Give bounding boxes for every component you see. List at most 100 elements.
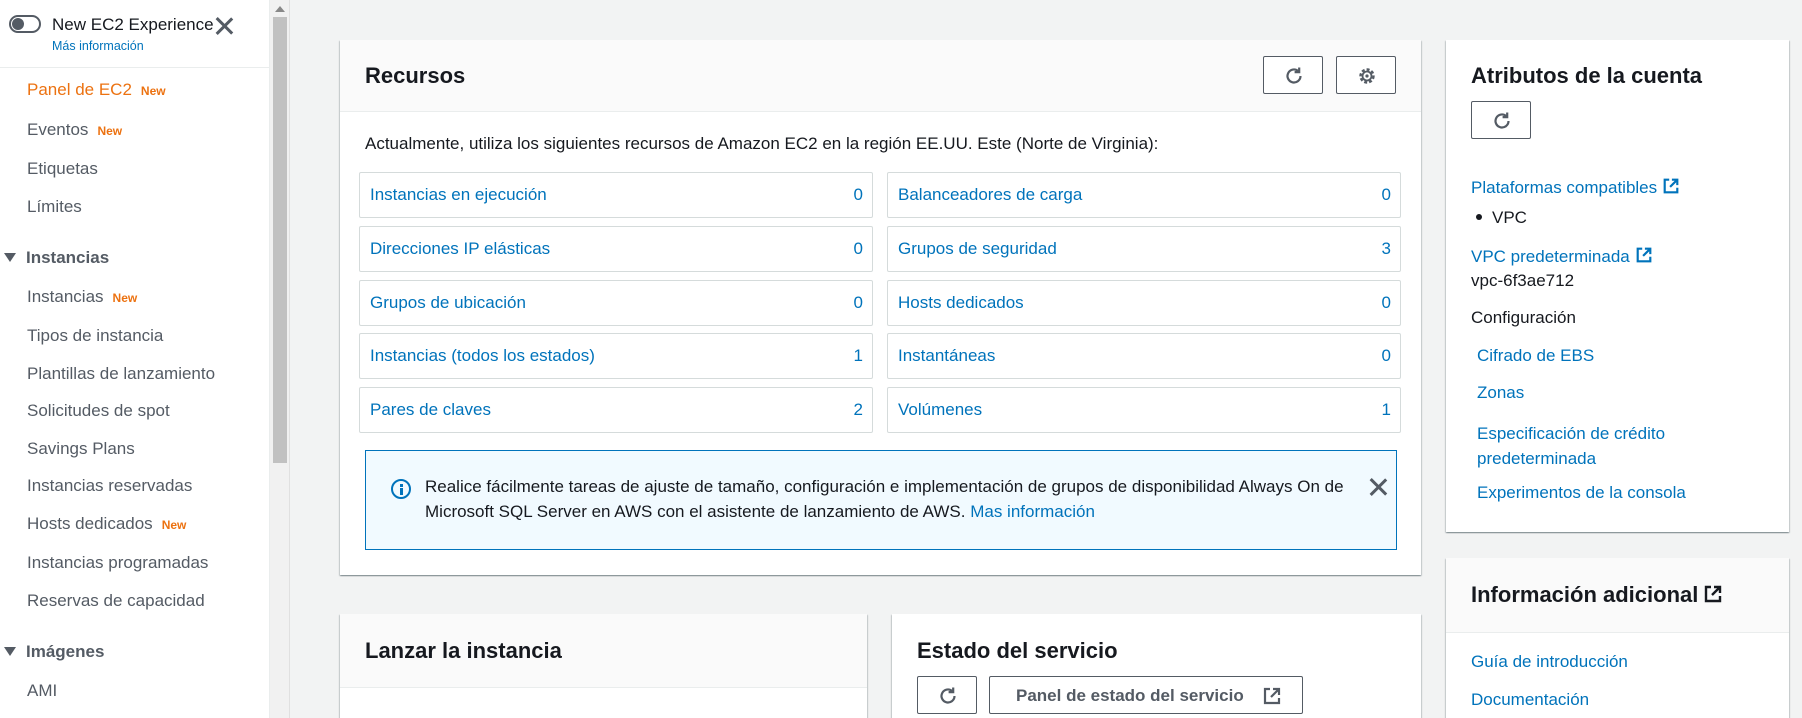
resource-label: Instancias en ejecución [370,185,547,204]
close-icon[interactable] [1366,475,1390,499]
scroll-thumb[interactable] [273,17,287,463]
sidebar-item-label: Eventos [27,120,89,139]
console-experiments-link[interactable]: Experimentos de la consola [1477,483,1686,503]
resource-placement-groups[interactable]: Grupos de ubicación 0 [359,280,873,326]
refresh-button[interactable] [1263,56,1323,94]
ebs-encryption-link[interactable]: Cifrado de EBS [1477,346,1594,366]
account-attributes-panel: Atributos de la cuenta Plataformas compa… [1446,40,1789,532]
resource-all-instances[interactable]: Instancias (todos los estados) 1 [359,333,873,379]
sidebar-item-dedicated-hosts[interactable]: Hosts dedicados New [27,514,186,534]
resource-label: Direcciones IP elásticas [370,239,551,258]
sidebar-item-events[interactable]: Eventos New [27,120,122,140]
sidebar-item-label: Hosts dedicados [27,514,153,533]
resource-label: Pares de claves [370,400,491,419]
resource-count: 0 [853,293,863,312]
resource-label: Hosts dedicados [898,293,1024,312]
launch-instance-header: Lanzar la instancia [340,614,867,688]
title-text: Información adicional [1471,582,1699,607]
resource-volumes[interactable]: Volúmenes 1 [887,387,1401,433]
sidebar-item-instance-types[interactable]: Tipos de instancia [27,326,163,346]
sidebar-item-ec2-dashboard[interactable]: Panel de EC2 New [27,80,166,100]
resource-label: Balanceadores de carga [898,185,1083,204]
settings-button[interactable] [1336,56,1396,94]
resource-count: 2 [853,400,863,419]
resource-count: 0 [1381,185,1391,204]
sidebar-item-launch-templates[interactable]: Plantillas de lanzamiento [27,364,215,384]
resource-snapshots[interactable]: Instantáneas 0 [887,333,1401,379]
new-experience-toggle[interactable] [9,15,41,33]
refresh-icon [940,687,956,704]
resource-count: 0 [853,185,863,204]
bullet [1476,214,1482,220]
scroll-up-arrow-icon[interactable] [275,6,285,12]
service-health-dashboard-button[interactable]: Panel de estado del servicio [989,676,1303,714]
launch-instance-title: Lanzar la instancia [365,638,562,663]
default-vpc-link[interactable]: VPC predeterminada [1471,246,1653,267]
resource-count: 3 [1381,239,1391,258]
info-message-text: Realice fácilmente tareas de ajuste de t… [425,477,1344,521]
refresh-button[interactable] [1471,101,1531,139]
refresh-button[interactable] [917,676,977,714]
additional-info-header: Información adicional [1446,558,1789,633]
resources-intro: Actualmente, utiliza los siguientes recu… [365,134,1159,153]
resource-running-instances[interactable]: Instancias en ejecución 0 [359,172,873,218]
more-info-link[interactable]: Mas información [970,502,1095,521]
refresh-icon [1494,112,1510,129]
getting-started-guide-link[interactable]: Guía de introducción [1471,652,1628,672]
gear-icon [1359,68,1375,84]
resource-label: Instancias (todos los estados) [370,346,595,365]
resource-label: Instantáneas [898,346,996,365]
external-link-icon [1663,178,1679,194]
sidebar-item-ami[interactable]: AMI [27,681,57,701]
account-attributes-title: Atributos de la cuenta [1471,63,1703,88]
zones-link[interactable]: Zonas [1477,383,1524,403]
sidebar-item-reserved-instances[interactable]: Instancias reservadas [27,476,192,496]
sidebar-item-tags[interactable]: Etiquetas [27,159,98,179]
link-label: VPC predeterminada [1471,247,1630,266]
toggle-knob [12,18,24,30]
sidebar-item-capacity-reservations[interactable]: Reservas de capacidad [27,591,205,611]
more-info-link[interactable]: Más información [52,39,144,53]
new-badge: New [140,84,166,98]
resource-load-balancers[interactable]: Balanceadores de carga 0 [887,172,1401,218]
refresh-icon [1286,67,1302,84]
default-vpc-value: vpc-6f3ae712 [1471,271,1575,290]
sidebar-item-instances[interactable]: Instancias New [27,287,137,307]
close-icon[interactable] [211,13,237,39]
sidebar-item-savings-plans[interactable]: Savings Plans [27,439,135,459]
section-title: Imágenes [26,642,105,661]
resources-panel: Recursos Actualmente, utiliza los siguie… [340,40,1421,575]
sidebar-scrollbar[interactable] [270,0,290,718]
resource-count: 0 [1381,346,1391,365]
additional-info-title[interactable]: Información adicional [1471,582,1723,608]
resource-elastic-ips[interactable]: Direcciones IP elásticas 0 [359,226,873,272]
sidebar-item-limits[interactable]: Límites [27,197,82,217]
launch-instance-panel: Lanzar la instancia [340,614,867,718]
sidebar-section-images[interactable]: Imágenes [4,642,104,662]
default-credit-spec-link[interactable]: Especificación de crédito predeterminada [1477,421,1777,471]
service-health-panel: Estado del servicio Panel de estado del … [892,614,1421,718]
button-label: Panel de estado del servicio [1016,686,1244,705]
sidebar-item-spot-requests[interactable]: Solicitudes de spot [27,401,170,421]
sidebar-section-instances[interactable]: Instancias [4,248,109,268]
section-title: Instancias [26,248,110,267]
caret-down-icon [4,647,16,656]
additional-info-panel: Información adicional Guía de introducci… [1446,558,1789,718]
sidebar-item-label: Instancias [27,287,104,306]
info-message: Realice fácilmente tareas de ajuste de t… [425,474,1345,524]
sidebar-divider [0,67,269,68]
caret-down-icon [4,253,16,262]
sidebar-item-scheduled-instances[interactable]: Instancias programadas [27,553,208,573]
new-badge: New [97,124,123,138]
resource-count: 1 [853,346,863,365]
supported-platforms-link[interactable]: Plataformas compatibles [1471,177,1680,198]
resource-key-pairs[interactable]: Pares de claves 2 [359,387,873,433]
external-link-icon [1636,247,1652,263]
external-link-icon [1705,585,1722,603]
resource-security-groups[interactable]: Grupos de seguridad 3 [887,226,1401,272]
external-link-icon [1263,687,1281,705]
resource-dedicated-hosts[interactable]: Hosts dedicados 0 [887,280,1401,326]
info-flashbar: Realice fácilmente tareas de ajuste de t… [365,450,1397,550]
new-experience-label: New EC2 Experience [52,15,214,34]
documentation-link[interactable]: Documentación [1471,690,1589,710]
